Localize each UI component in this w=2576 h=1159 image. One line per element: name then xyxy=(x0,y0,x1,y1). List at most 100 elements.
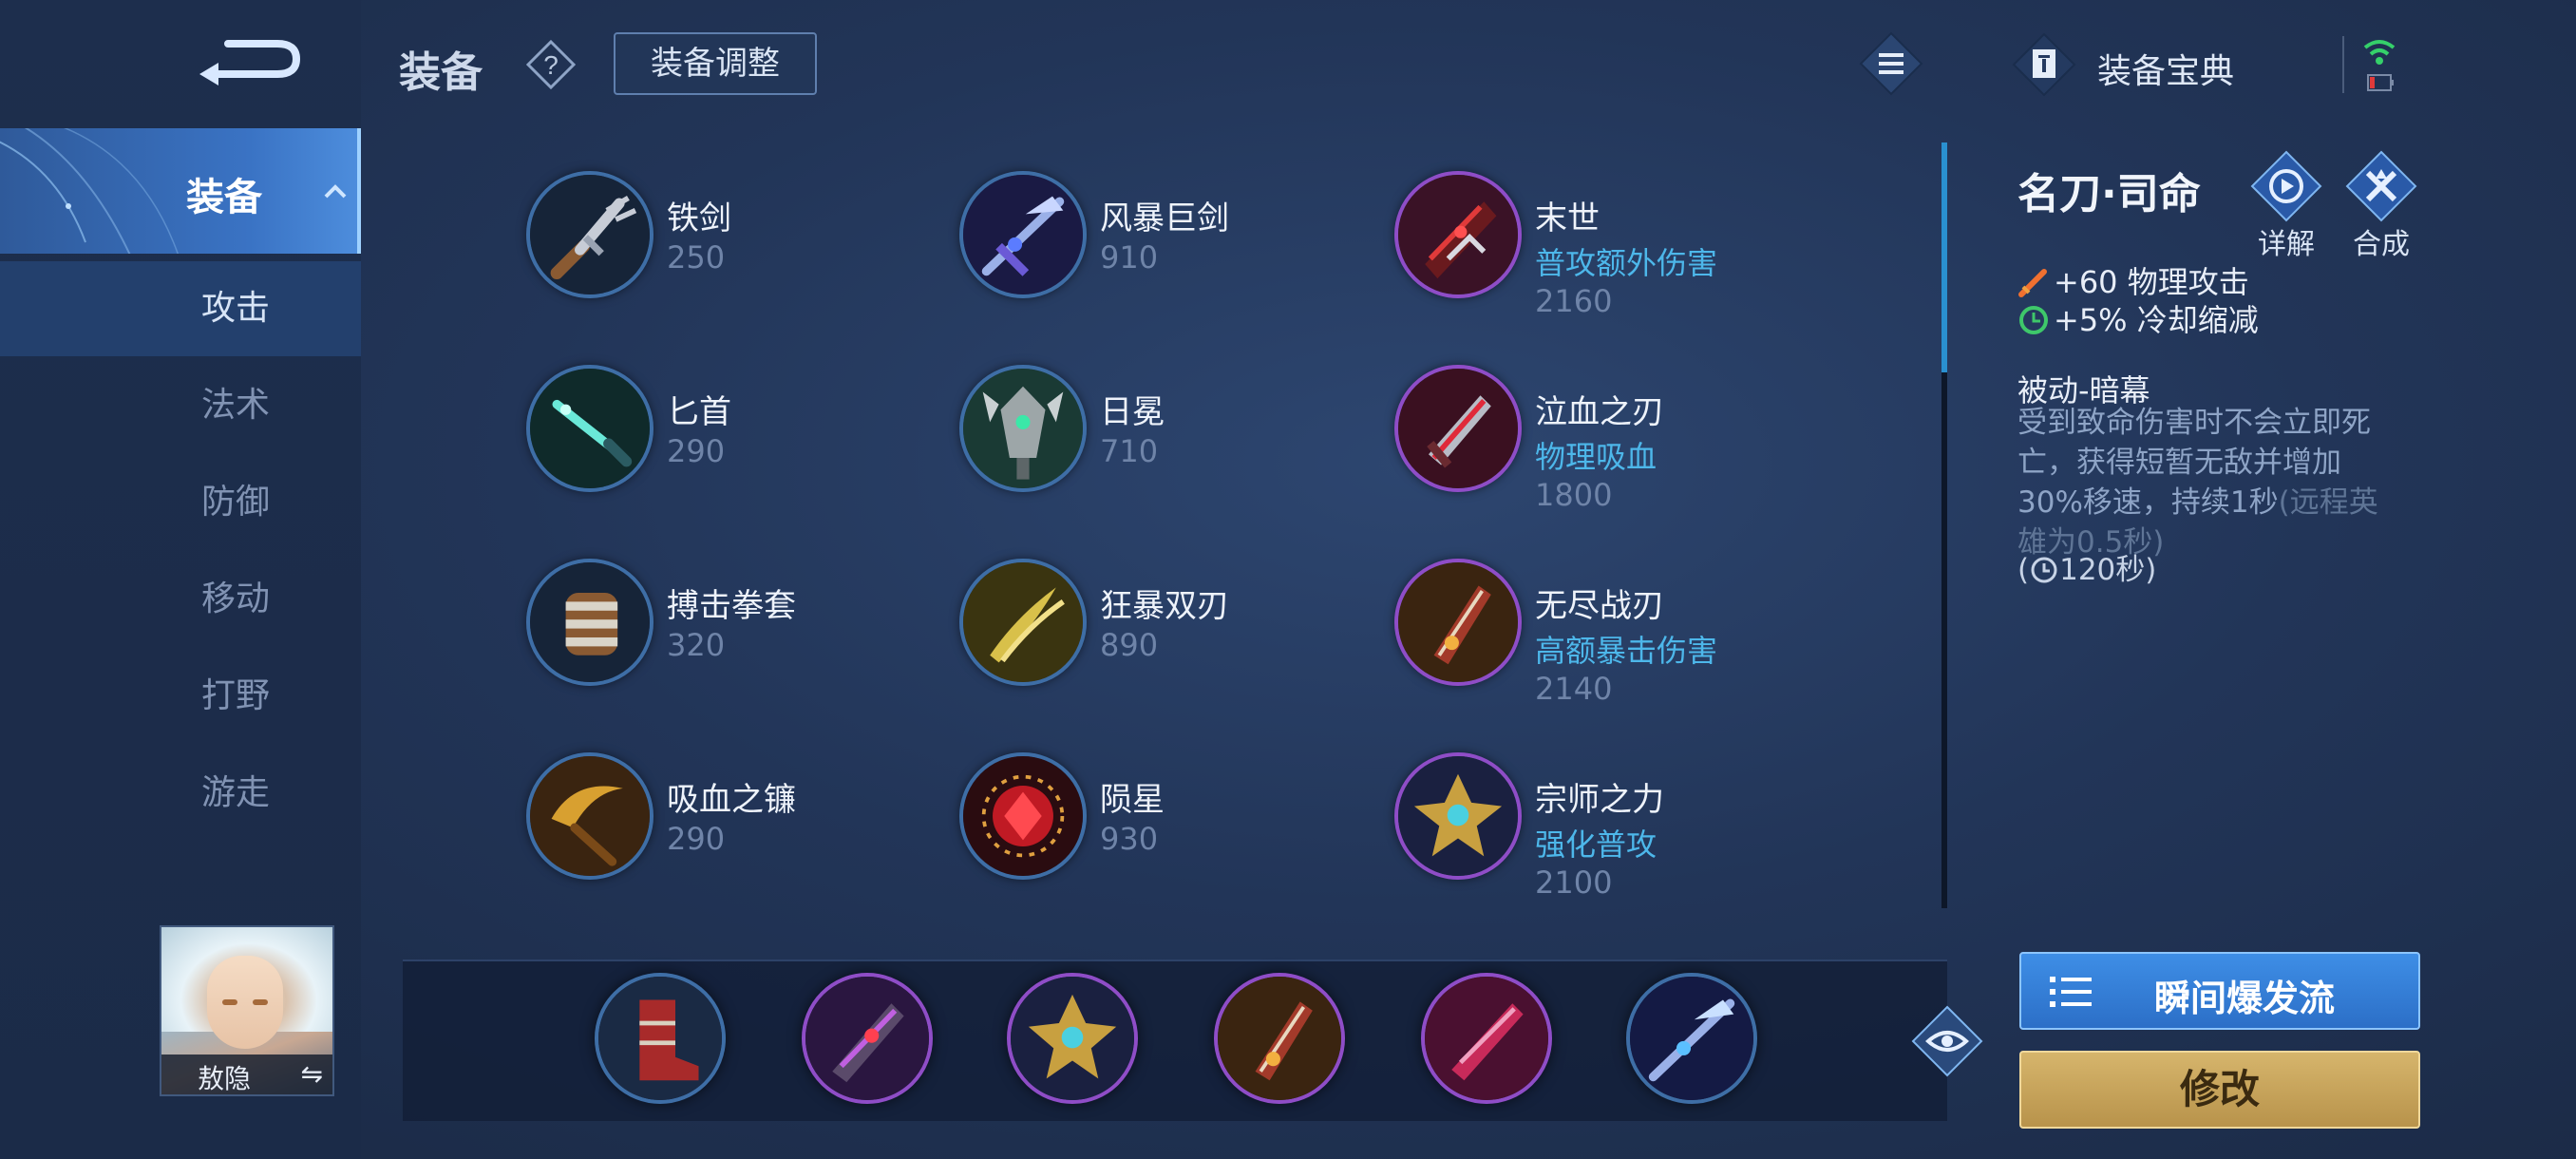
status-divider xyxy=(2342,36,2344,93)
sidebar-item-roam[interactable]: 游走 xyxy=(0,746,361,841)
selected-item-name: 名刀·司命 xyxy=(2017,170,2201,218)
hero-avatar[interactable]: 敖隐 ⇋ xyxy=(160,925,334,1096)
item-name: 泣血之刃 xyxy=(1535,393,1664,431)
boxing-glove-icon xyxy=(526,559,653,686)
item-dagger[interactable]: 匕首 290 xyxy=(526,365,944,507)
dagger-icon xyxy=(526,365,653,492)
master-power-icon xyxy=(1394,752,1522,880)
item-iron-sword[interactable]: 铁剑 250 xyxy=(526,171,944,314)
item-berserk-blades[interactable]: 狂暴双刃 890 xyxy=(959,559,1377,701)
build-slot-1[interactable] xyxy=(595,973,726,1104)
item-name: 匕首 xyxy=(667,393,731,431)
item-price: 290 xyxy=(667,821,726,857)
crimson-blade-icon xyxy=(1425,977,1548,1100)
sidebar-item-jungle[interactable]: 打野 xyxy=(0,649,361,744)
build-slot-4[interactable] xyxy=(1214,973,1345,1104)
category-sidebar: 装备 攻击 法术 防御 移动 打野 游走 敖隐 ⇋ xyxy=(0,0,361,1159)
cooldown-stat-icon xyxy=(2019,306,2048,334)
item-corona[interactable]: 日冕 710 xyxy=(959,365,1377,507)
sidebar-item-label: 防御 xyxy=(201,483,271,522)
item-vampire-scythe[interactable]: 吸血之镰 290 xyxy=(526,752,944,895)
item-name: 搏击拳套 xyxy=(667,587,796,625)
item-name: 日冕 xyxy=(1100,393,1165,431)
detail-explain-button[interactable]: 详解 xyxy=(2244,150,2329,264)
item-price: 1800 xyxy=(1535,477,1613,513)
stat-cooldown-reduction: +5% 冷却缩减 xyxy=(2017,296,2259,340)
stat-value: +5% 冷却缩减 xyxy=(2054,302,2259,338)
dark-blade-icon xyxy=(805,977,929,1100)
compose-label: 合成 xyxy=(2353,228,2410,261)
build-slot-3[interactable] xyxy=(1007,973,1138,1104)
passive-cooldown: ( 120秒) xyxy=(2017,553,2157,587)
build-slot-5[interactable] xyxy=(1421,973,1552,1104)
doomsday-icon xyxy=(1394,171,1522,298)
build-slot-2[interactable] xyxy=(802,973,933,1104)
help-icon[interactable]: ? xyxy=(524,38,578,91)
wifi-icon xyxy=(2363,40,2396,65)
item-name: 吸血之镰 xyxy=(667,781,796,819)
sidebar-item-label: 打野 xyxy=(201,676,271,715)
modify-button[interactable]: 修改 xyxy=(2019,1051,2420,1129)
sidebar-item-magic[interactable]: 法术 xyxy=(0,358,361,453)
item-meteor[interactable]: 陨星 930 xyxy=(959,752,1377,895)
cooldown-value: 120秒) xyxy=(2059,553,2157,587)
item-price: 250 xyxy=(667,239,726,276)
equipment-codex-button[interactable]: 装备宝典 xyxy=(2012,28,2259,101)
item-bloodweeper[interactable]: 泣血之刃 物理吸血 1800 xyxy=(1394,365,1812,513)
infinity-edge-icon xyxy=(1218,977,1341,1100)
tab-equipment[interactable]: 装备 xyxy=(0,128,361,254)
item-storm-greatsword[interactable]: 风暴巨剑 910 xyxy=(959,171,1377,314)
eye-icon[interactable] xyxy=(1911,1005,1983,1077)
item-price: 320 xyxy=(667,627,726,663)
build-plan-button[interactable]: 瞬间爆发流 xyxy=(2019,952,2420,1030)
item-effect: 强化普攻 xyxy=(1535,826,1657,863)
item-price: 290 xyxy=(667,433,726,469)
page-title: 装备 xyxy=(399,48,483,97)
item-name: 陨星 xyxy=(1100,781,1165,819)
bloodweeper-icon xyxy=(1394,365,1522,492)
passive-description: 受到致命伤害时不会立即死亡，获得短暂无敌并增加30%移速，持续1秒(远程英雄为0… xyxy=(2017,403,2388,562)
master-power-icon xyxy=(1011,977,1134,1100)
corona-icon xyxy=(959,365,1087,492)
iron-sword-icon xyxy=(526,171,653,298)
item-price: 890 xyxy=(1100,627,1159,663)
sidebar-item-movement[interactable]: 移动 xyxy=(0,552,361,647)
berserk-blades-icon xyxy=(959,559,1087,686)
tab-equipment-label: 装备 xyxy=(186,176,262,219)
stat-value: +60 物理攻击 xyxy=(2054,264,2249,300)
compose-icon xyxy=(2345,150,2417,222)
battery-icon xyxy=(2367,74,2394,91)
svg-text:?: ? xyxy=(543,50,559,80)
build-slot-6[interactable] xyxy=(1626,973,1757,1104)
detail-explain-label: 详解 xyxy=(2258,228,2315,261)
item-boxing-glove[interactable]: 搏击拳套 320 xyxy=(526,559,944,701)
sidebar-item-label: 攻击 xyxy=(201,289,271,328)
item-price: 2100 xyxy=(1535,864,1613,901)
sidebar-item-defense[interactable]: 防御 xyxy=(0,455,361,550)
item-doomsday[interactable]: 末世 普攻额外伤害 2160 xyxy=(1394,171,1812,319)
clock-icon xyxy=(2031,557,2057,583)
compose-button[interactable]: 合成 xyxy=(2339,150,2424,264)
item-name: 风暴巨剑 xyxy=(1100,200,1229,238)
item-master-power[interactable]: 宗师之力 强化普攻 2100 xyxy=(1394,752,1812,901)
sidebar-item-attack[interactable]: 攻击 xyxy=(0,261,361,356)
build-plan-label: 瞬间爆发流 xyxy=(2154,978,2336,1019)
back-arrow-icon xyxy=(199,40,301,86)
sidebar-item-label: 移动 xyxy=(201,580,271,618)
meteor-icon xyxy=(959,752,1087,880)
item-name: 无尽战刃 xyxy=(1535,587,1664,625)
back-button[interactable] xyxy=(190,34,304,91)
sidebar-item-label: 游走 xyxy=(201,773,271,812)
boots-icon xyxy=(598,977,722,1100)
list-icon xyxy=(2050,977,2092,1007)
play-info-icon xyxy=(2250,150,2322,222)
item-infinity-edge[interactable]: 无尽战刃 高额暴击伤害 2140 xyxy=(1394,559,1812,707)
swap-hero-icon[interactable]: ⇋ xyxy=(301,1058,323,1090)
equipment-adjust-button[interactable]: 装备调整 xyxy=(614,32,817,95)
item-name: 末世 xyxy=(1535,200,1600,238)
item-price: 930 xyxy=(1100,821,1159,857)
infinity-edge-icon xyxy=(1394,559,1522,686)
menu-icon[interactable] xyxy=(1858,30,1924,97)
item-effect: 物理吸血 xyxy=(1535,439,1657,475)
vampire-scythe-icon xyxy=(526,752,653,880)
